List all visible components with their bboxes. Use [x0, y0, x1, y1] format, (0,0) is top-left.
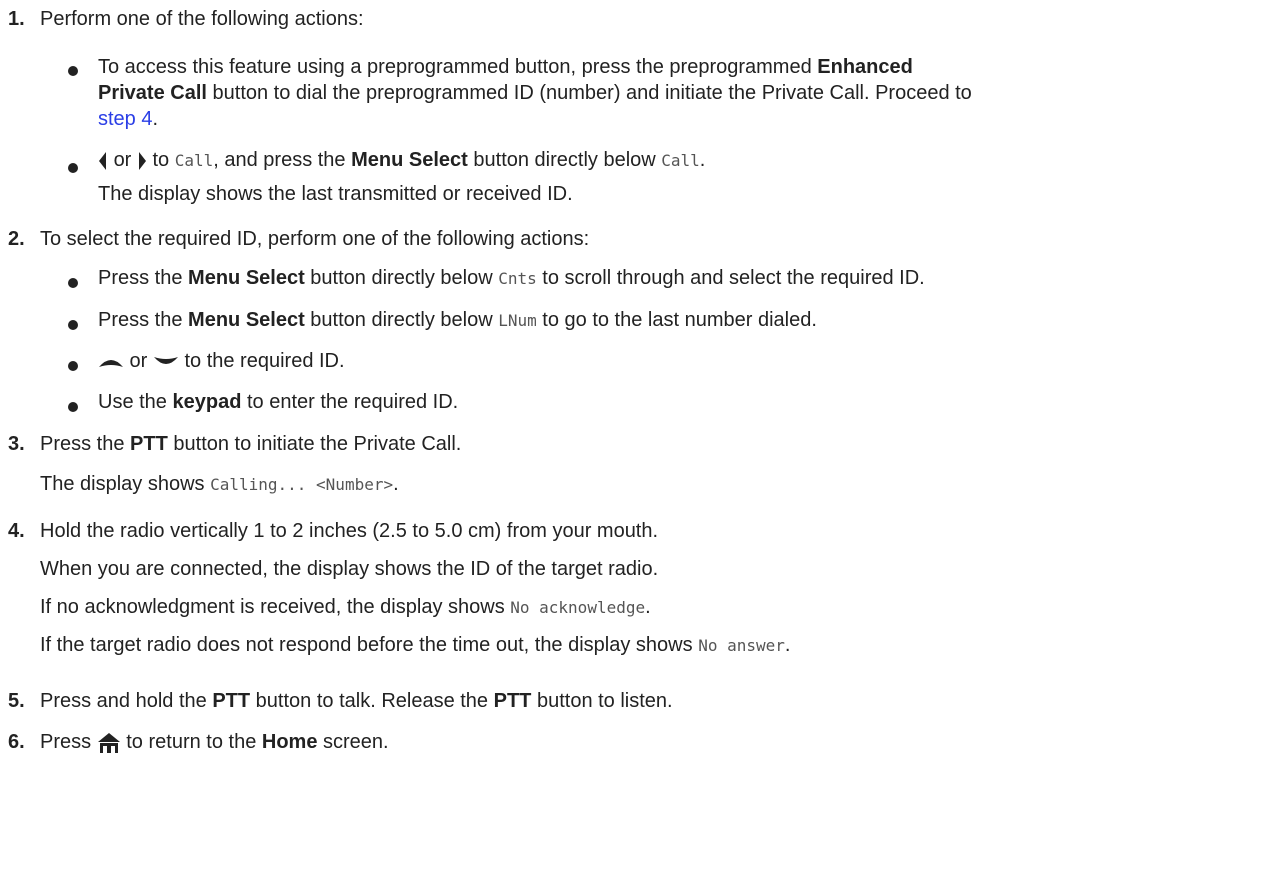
bullet-text: To access this feature using a preprogra… — [98, 56, 913, 78]
bullet-text: or to Call, and press the Menu Select bu… — [98, 149, 705, 172]
left-arrow-icon — [99, 151, 106, 170]
step-note: When you are connected, the display show… — [40, 558, 659, 580]
bullet-text-cont: Private Call button to dial the preprogr… — [98, 82, 972, 104]
step-number: 1. — [8, 8, 25, 30]
bullet-text: Use the keypad to enter the required ID. — [98, 391, 459, 413]
bullet-dot — [68, 402, 78, 412]
step-number: 3. — [8, 433, 25, 455]
home-icon — [97, 732, 120, 753]
step-number: 6. — [8, 731, 25, 753]
bullet-note: The display shows the last transmitted o… — [98, 183, 573, 205]
step-text: Press and hold the PTT button to talk. R… — [40, 690, 673, 712]
step-number: 4. — [8, 520, 25, 542]
bullet-dot — [68, 163, 78, 173]
step-number: 2. — [8, 228, 25, 250]
right-arrow-icon — [138, 151, 146, 170]
step-text: Press the PTT button to initiate the Pri… — [40, 433, 462, 455]
step-note: If the target radio does not respond bef… — [40, 634, 791, 656]
up-arrow-icon — [99, 359, 123, 367]
bullet-text-cont: step 4. — [98, 108, 159, 130]
bullet-text: or to the required ID. — [98, 350, 345, 373]
bullet-text: Press the Menu Select button directly be… — [98, 309, 817, 331]
bullet-dot — [68, 361, 78, 371]
step-text: Perform one of the following actions: — [40, 8, 364, 30]
down-arrow-icon — [153, 356, 178, 364]
step-note: The display shows Calling... <Number>. — [40, 473, 399, 495]
bullet-text: Press the Menu Select button directly be… — [98, 267, 925, 289]
bullet-dot — [68, 320, 78, 330]
step-number: 5. — [8, 690, 25, 712]
step-note: If no acknowledgment is received, the di… — [40, 596, 651, 618]
bullet-dot — [68, 66, 78, 76]
bullet-dot — [68, 278, 78, 288]
step-text: To select the required ID, perform one o… — [40, 228, 590, 250]
step-text: Hold the radio vertically 1 to 2 inches … — [40, 520, 659, 542]
step-4-link[interactable]: step 4 — [98, 108, 152, 130]
step-text: Press to return to the Home screen. — [40, 731, 389, 753]
